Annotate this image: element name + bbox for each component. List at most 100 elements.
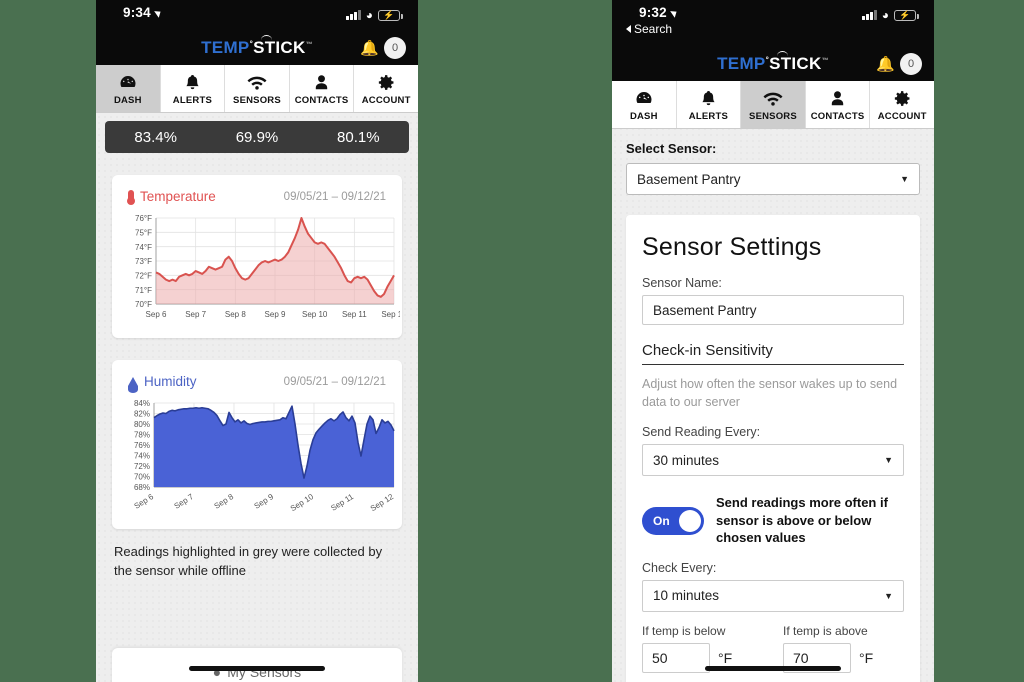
check-every-dropdown[interactable]: 10 minutes ▼	[642, 579, 904, 612]
stat-value-3: 80.1%	[337, 128, 380, 146]
svg-text:Sep 9: Sep 9	[265, 310, 286, 319]
check-every-label: Check Every:	[642, 560, 717, 575]
logo-stick: STICK	[253, 37, 306, 57]
svg-text:74°F: 74°F	[135, 243, 152, 252]
svg-text:74%: 74%	[134, 452, 150, 461]
svg-text:70%: 70%	[134, 473, 150, 482]
tab-account[interactable]: ACCOUNT	[870, 81, 934, 128]
wifi-icon	[225, 72, 289, 92]
svg-text:Sep 10: Sep 10	[289, 492, 316, 513]
humidity-chart[interactable]: 68% 70% 72% 74% 76% 78% 80% 82% 84% Sep 6 Sep 7 Sep…	[122, 399, 396, 517]
wifi-status-icon: ◕	[881, 8, 889, 22]
send-more-often-toggle[interactable]: On	[642, 506, 704, 535]
status-time: 9:34	[123, 5, 163, 20]
bell-icon[interactable]: 🔔	[360, 41, 379, 56]
cellular-signal-icon	[862, 10, 877, 20]
tab-sensors[interactable]: SENSORS	[225, 65, 290, 112]
gauge-icon	[96, 72, 160, 92]
tab-alerts[interactable]: ALERTS	[160, 65, 226, 112]
notifications[interactable]: 🔔 0	[876, 53, 922, 75]
tab-dash[interactable]: DASH	[612, 81, 677, 128]
svg-text:72%: 72%	[134, 462, 150, 471]
notifications[interactable]: 🔔 0	[360, 37, 406, 59]
svg-text:Sep 12: Sep 12	[381, 310, 400, 319]
svg-text:84%: 84%	[134, 399, 150, 408]
svg-text:68%: 68%	[134, 483, 150, 492]
antenna-icon	[261, 34, 273, 40]
chevron-down-icon: ▼	[900, 174, 909, 184]
tab-contacts-label: CONTACTS	[294, 95, 349, 106]
stat-value-1: 83.4%	[134, 128, 177, 146]
left-screen: 9:34 ◕ ⚡ TEMP°STICK™ 🔔 0 DASH ALERTS SEN…	[96, 0, 418, 682]
tab-sensors[interactable]: SENSORS	[741, 81, 806, 128]
thermometer-icon	[127, 190, 135, 205]
temperature-date-range: 09/05/21 – 09/12/21	[283, 190, 386, 203]
svg-text:Sep 6: Sep 6	[146, 310, 167, 319]
tab-dash-label: DASH	[113, 95, 142, 106]
toggle-description: Send readings more often if sensor is ab…	[716, 495, 888, 546]
notification-badge: 0	[900, 53, 922, 75]
back-triangle-icon	[626, 25, 631, 33]
logo-stick: STICK	[769, 53, 822, 73]
gauge-icon	[612, 88, 676, 108]
person-icon	[806, 88, 870, 108]
tab-alerts-label: ALERTS	[688, 111, 728, 122]
phone-right: 9:32 Search ◕ ⚡ TEMP°STICK™ 🔔 0 DASH ALE…	[612, 0, 934, 682]
svg-text:Sep 8: Sep 8	[225, 310, 246, 319]
sensor-name-label: Sensor Name:	[642, 276, 722, 290]
temp-above-unit: °F	[859, 649, 874, 666]
water-drop-icon	[128, 377, 138, 393]
tab-contacts[interactable]: CONTACTS	[805, 81, 871, 128]
svg-text:Sep 10: Sep 10	[302, 310, 328, 319]
page-title: Sensor Settings	[642, 233, 822, 261]
humidity-title: Humidity	[128, 374, 197, 393]
svg-text:78%: 78%	[134, 431, 150, 440]
tab-sensors-label: SENSORS	[233, 95, 281, 106]
notification-badge: 0	[384, 37, 406, 59]
send-reading-value: 30 minutes	[653, 452, 720, 468]
send-reading-label: Send Reading Every:	[642, 425, 761, 440]
humidity-card-header: Humidity 09/05/21 – 09/12/21	[122, 374, 392, 393]
tab-dash-label: DASH	[629, 111, 658, 122]
stat-summary-bar: 83.4% 69.9% 80.1%	[105, 121, 409, 153]
sensor-settings-card: Sensor Settings Sensor Name: Basement Pa…	[626, 215, 920, 682]
svg-text:Sep 12: Sep 12	[369, 492, 396, 513]
temperature-card-header: Temperature 09/05/21 – 09/12/21	[122, 189, 392, 205]
status-indicators: ◕ ⚡	[862, 8, 919, 22]
person-icon	[290, 72, 354, 92]
tab-account[interactable]: ACCOUNT	[354, 65, 418, 112]
back-label: Search	[634, 22, 673, 36]
logo-temp: TEMP	[201, 37, 250, 57]
tab-dash[interactable]: DASH	[96, 65, 161, 112]
svg-text:76°F: 76°F	[135, 214, 152, 223]
send-more-often-row: On Send readings more often if sensor is…	[642, 494, 904, 547]
bell-icon	[677, 88, 741, 108]
cellular-signal-icon	[346, 10, 361, 20]
sensor-name-input[interactable]: Basement Pantry	[642, 295, 904, 325]
temperature-chart[interactable]: 70°F 71°F 72°F 73°F 74°F 75°F 76°F Sep 6 Sep 7 Se…	[122, 214, 407, 326]
temp-below-input[interactable]: 50	[642, 642, 710, 673]
my-sensors-card[interactable]: ● My Sensors	[112, 648, 402, 682]
temp-below-label: If temp is below	[642, 623, 726, 638]
temperature-card: Temperature 09/05/21 – 09/12/21 70°F 71°F…	[112, 175, 407, 338]
svg-text:Sep 7: Sep 7	[185, 310, 206, 319]
logo-temp: TEMP	[717, 53, 766, 73]
antenna-icon	[777, 50, 789, 56]
humidity-card: Humidity 09/05/21 – 09/12/21 68% 70% 72% 74…	[112, 360, 402, 529]
status-time-text: 9:34	[123, 5, 151, 20]
send-reading-dropdown[interactable]: 30 minutes ▼	[642, 444, 904, 477]
back-to-search-button[interactable]: Search	[626, 22, 672, 36]
tab-contacts[interactable]: CONTACTS	[289, 65, 355, 112]
bell-icon[interactable]: 🔔	[876, 57, 895, 72]
toggle-knob	[679, 509, 701, 532]
svg-text:71°F: 71°F	[135, 286, 152, 295]
tab-account-label: ACCOUNT	[361, 95, 411, 106]
left-status-bar: 9:34 ◕ ⚡	[96, 0, 418, 30]
temp-above-value: 70	[793, 649, 809, 666]
temp-above-label: If temp is above	[783, 623, 868, 638]
sensor-select-dropdown[interactable]: Basement Pantry ▼	[626, 163, 920, 195]
tab-alerts-label: ALERTS	[172, 95, 212, 106]
tab-alerts[interactable]: ALERTS	[676, 81, 742, 128]
sensor-name-value: Basement Pantry	[653, 302, 757, 318]
svg-text:72°F: 72°F	[135, 272, 152, 281]
